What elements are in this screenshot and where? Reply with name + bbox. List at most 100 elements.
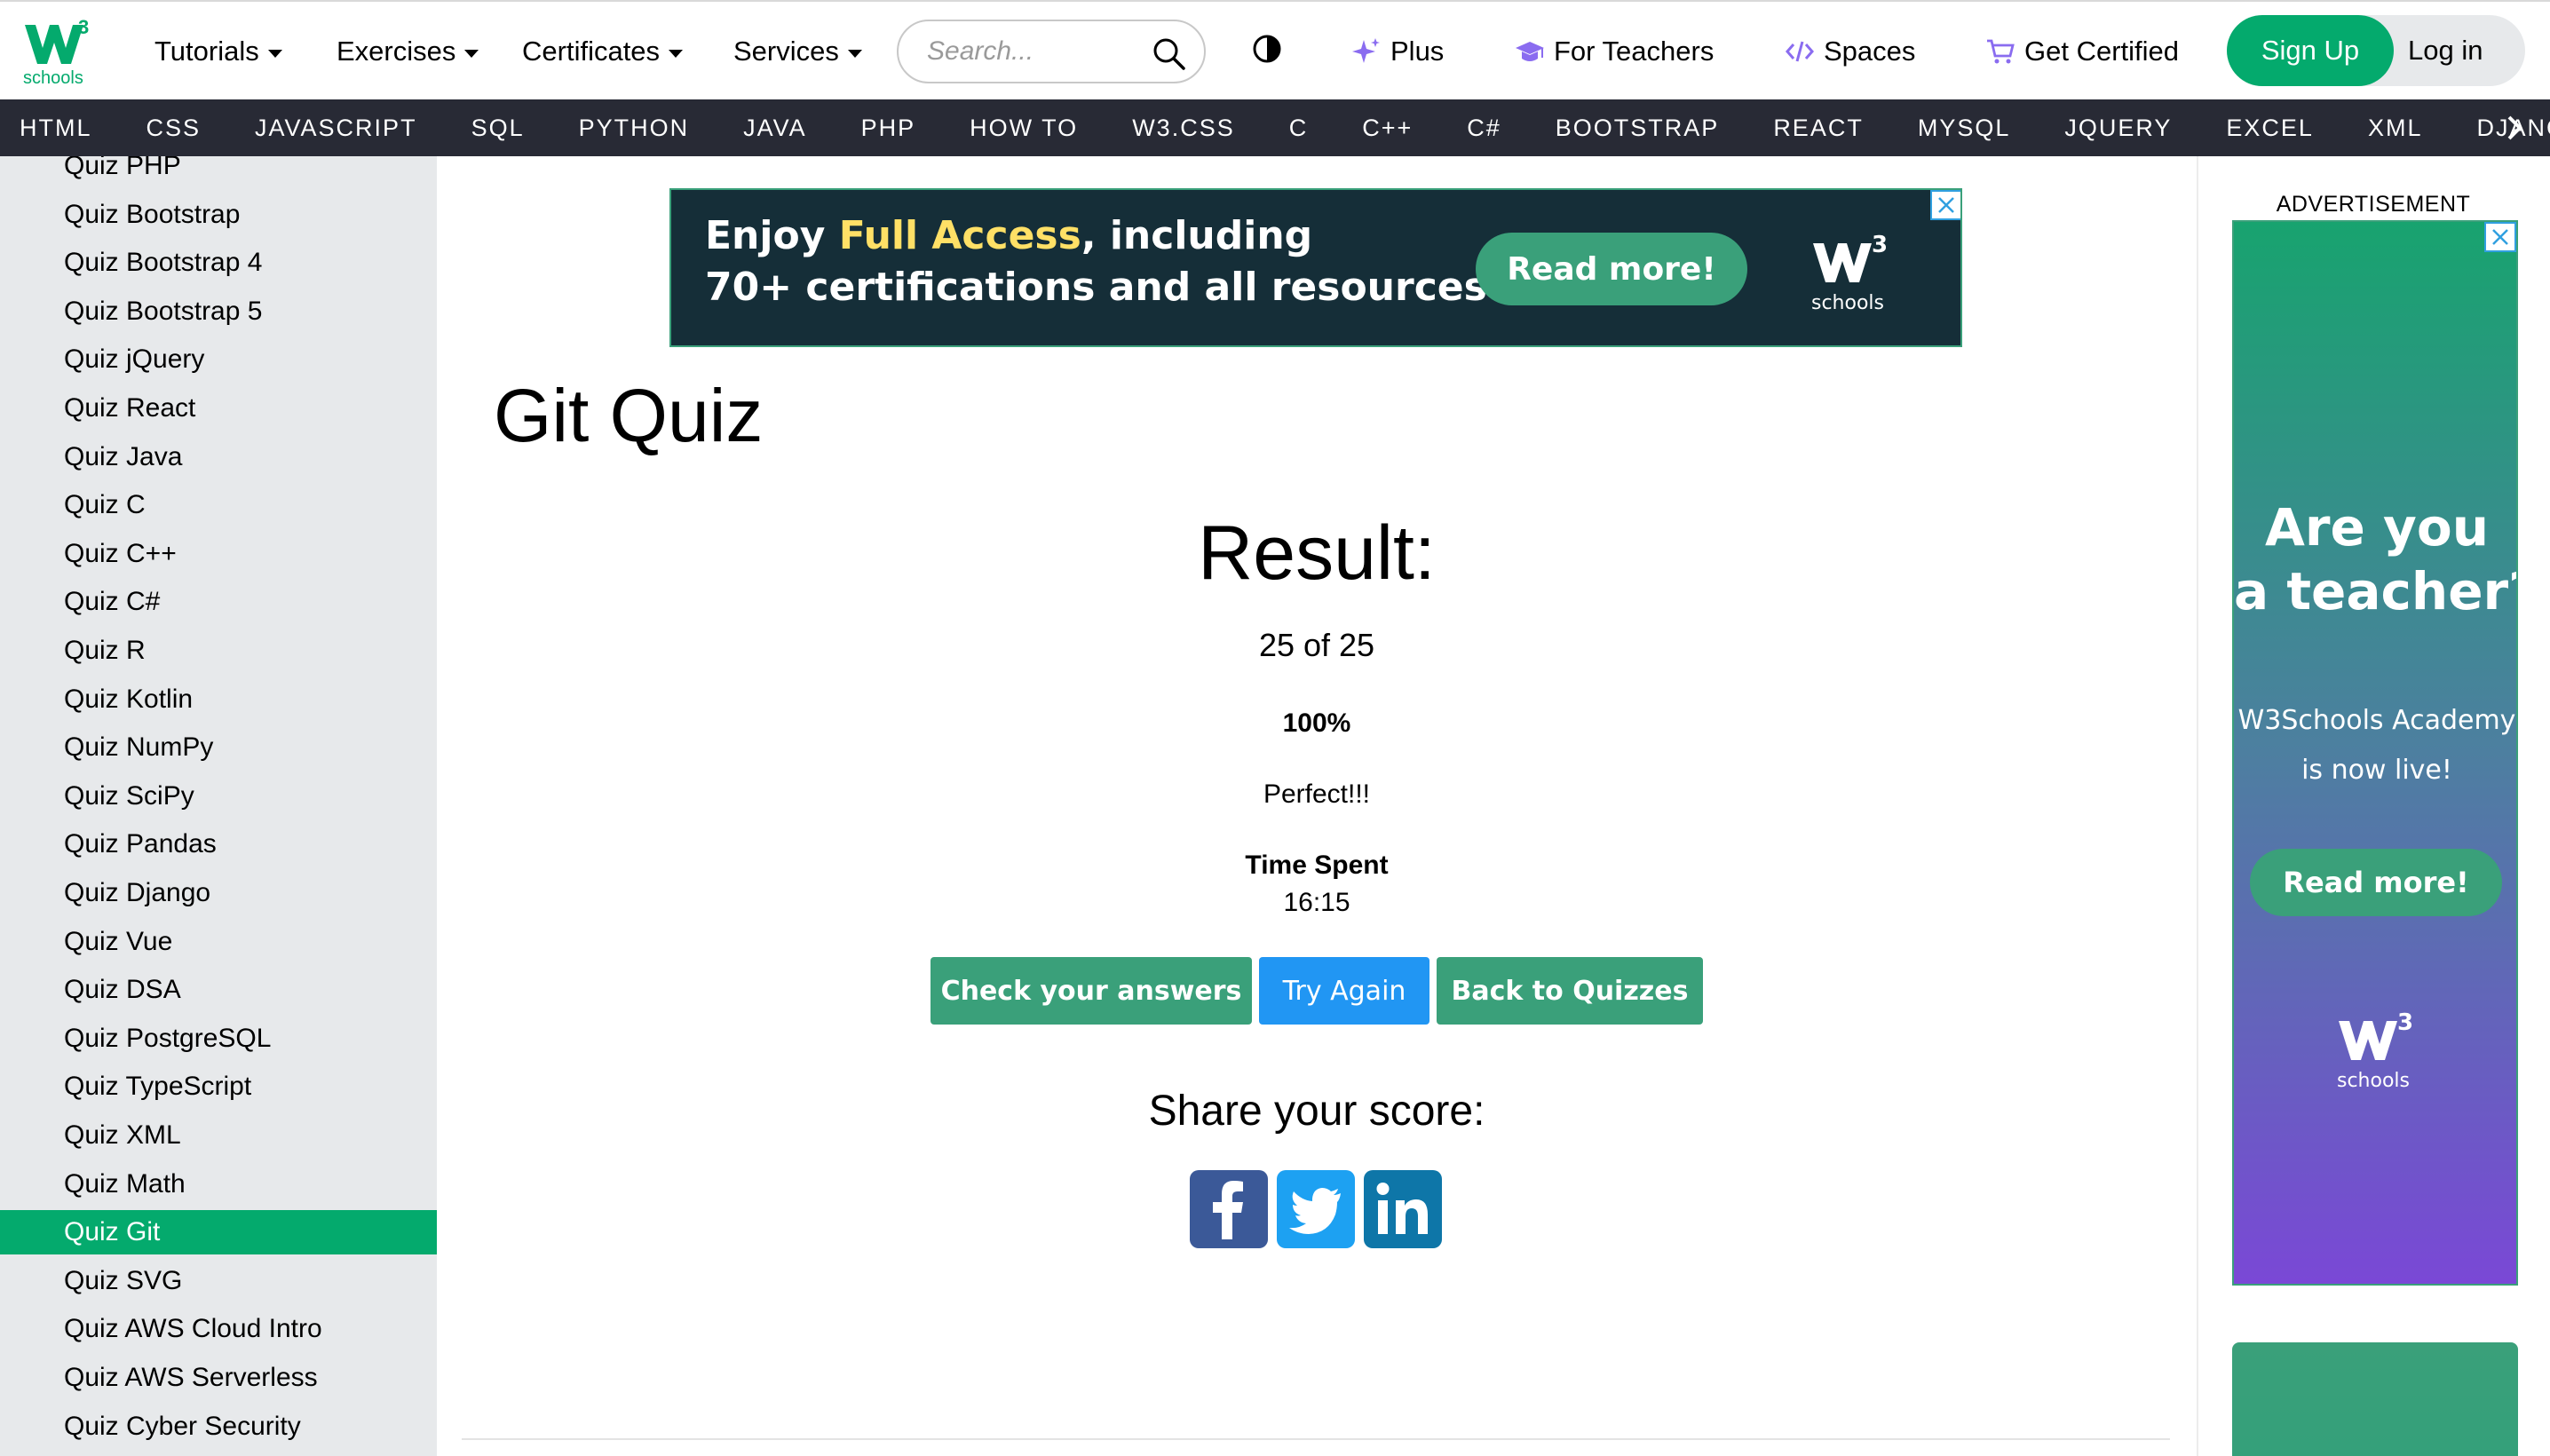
try-again-button[interactable]: Try Again — [1259, 957, 1429, 1025]
sidebar-item-quiz-xml[interactable]: Quiz XML — [0, 1113, 437, 1158]
sidebar-item-quiz-math[interactable]: Quiz Math — [0, 1162, 437, 1207]
close-icon[interactable] — [1930, 190, 1960, 220]
chevron-down-icon — [669, 49, 684, 58]
chevron-down-icon — [464, 49, 479, 58]
get-certified-link[interactable]: Get Certified — [1985, 32, 2179, 71]
back-to-quizzes-button[interactable]: Back to Quizzes — [1437, 957, 1703, 1025]
sidebar-item-quiz-c#[interactable]: Quiz C# — [0, 580, 437, 624]
subnav-link-bootstrap[interactable]: BOOTSTRAP — [1556, 99, 1720, 156]
spaces-link[interactable]: Spaces — [1785, 32, 1915, 71]
svg-text:3: 3 — [1872, 232, 1888, 258]
time-spent-value: 16:15 — [1283, 888, 1350, 917]
ad-read-more-button[interactable]: Read more! — [1476, 233, 1747, 305]
ad-headline-line2: 70+ certifications and all resources — [705, 265, 1487, 310]
code-icon — [1786, 41, 1814, 62]
sidebar-item-quiz-r[interactable]: Quiz R — [0, 629, 437, 673]
subnav-link-c[interactable]: C — [1289, 99, 1309, 156]
sign-up-button[interactable]: Sign Up — [2227, 15, 2394, 86]
subnav-link-jquery[interactable]: JQUERY — [2064, 99, 2172, 156]
certificates-menu[interactable]: Certificates — [522, 32, 684, 71]
w3schools-logo[interactable]: 3 schools — [20, 12, 99, 88]
ad-headline-line1: Enjoy Full Access, including — [705, 213, 1313, 258]
w3schools-logo: 3 schools — [1811, 232, 1888, 314]
sidebar-item-quiz-c[interactable]: Quiz C — [0, 483, 437, 527]
cart-icon — [1987, 39, 2015, 64]
sidebar-item-quiz-kotlin[interactable]: Quiz Kotlin — [0, 677, 437, 722]
for-teachers-link[interactable]: For Teachers — [1515, 32, 1714, 71]
sidebar-item-quiz-bootstrap[interactable]: Quiz Bootstrap — [0, 193, 437, 237]
subnav-link-c#[interactable]: C# — [1467, 99, 1501, 156]
score-text: 25 of 25 — [1258, 627, 1375, 663]
subnav-link-html[interactable]: HTML — [20, 99, 92, 156]
sidebar-item-quiz-c++[interactable]: Quiz C++ — [0, 532, 437, 576]
sidebar-item-quiz-php[interactable]: Quiz PHP — [0, 156, 437, 188]
check-answers-button[interactable]: Check your answers — [931, 957, 1252, 1025]
sidebar-item-quiz-aws-serverless[interactable]: Quiz AWS Serverless — [0, 1356, 437, 1400]
sidebar-item-quiz-typescript[interactable]: Quiz TypeScript — [0, 1064, 437, 1109]
close-icon[interactable] — [2484, 222, 2516, 252]
secondary-ad[interactable] — [2232, 1342, 2518, 1456]
sidebar-item-quiz-bootstrap-4[interactable]: Quiz Bootstrap 4 — [0, 241, 437, 285]
services-label: Services — [733, 36, 839, 67]
contrast-icon[interactable] — [1252, 34, 1282, 64]
subnav-link-how-to[interactable]: HOW TO — [970, 99, 1078, 156]
subnav-link-java[interactable]: JAVA — [743, 99, 807, 156]
subnav-link-python[interactable]: PYTHON — [579, 99, 690, 156]
score-verdict: Perfect!!! — [1263, 779, 1371, 809]
sidebar-item-quiz-pandas[interactable]: Quiz Pandas — [0, 822, 437, 866]
teacher-academy-ad[interactable]: Are you a teacher? W3Schools Academy is … — [2232, 220, 2518, 1286]
ad-subtitle-line1: W3Schools Academy — [2237, 705, 2516, 736]
search-icon[interactable] — [1151, 36, 1186, 71]
subnav-link-w3-css[interactable]: W3.CSS — [1132, 99, 1235, 156]
tutorials-menu[interactable]: Tutorials — [154, 32, 282, 71]
sidebar-item-quiz-react[interactable]: Quiz React — [0, 386, 437, 431]
page-title: Git Quiz — [494, 374, 764, 457]
share-heading: Share your score: — [1148, 1088, 1485, 1135]
search-input[interactable] — [927, 36, 1149, 67]
quiz-sidebar: Quiz PHP Quiz Bootstrap Quiz Bootstrap 4 Qu… — [0, 156, 437, 1456]
linkedin-icon[interactable] — [1364, 1170, 1442, 1248]
sidebar-item-quiz-bootstrap-5[interactable]: Quiz Bootstrap 5 — [0, 289, 437, 334]
subnav-link-sql[interactable]: SQL — [471, 99, 525, 156]
exercises-menu[interactable]: Exercises — [337, 32, 479, 71]
sidebar-item-quiz-cyber-security[interactable]: Quiz Cyber Security — [0, 1405, 437, 1449]
sidebar-item-quiz-scipy[interactable]: Quiz SciPy — [0, 774, 437, 819]
sidebar-item-quiz-django[interactable]: Quiz Django — [0, 871, 437, 915]
ad-read-more-button[interactable]: Read more! — [2250, 849, 2502, 916]
sidebar-item-quiz-vue[interactable]: Quiz Vue — [0, 920, 437, 964]
subnav-link-react[interactable]: REACT — [1773, 99, 1864, 156]
result-heading: Result: — [1198, 510, 1436, 596]
chevron-right-icon[interactable] — [2497, 110, 2532, 146]
search-box[interactable] — [897, 20, 1206, 83]
topic-navigation-bar: HTML CSS JAVASCRIPT SQL PYTHON JAVA PHP HOW TO W… — [0, 99, 2550, 156]
graduation-cap-icon — [1516, 42, 1544, 61]
subnav-link-javascript[interactable]: JAVASCRIPT — [255, 99, 417, 156]
subnav-link-c++[interactable]: C++ — [1362, 99, 1413, 156]
svg-text:3: 3 — [2397, 1009, 2413, 1036]
ad-subtitle-line2: is now live! — [2301, 755, 2452, 786]
facebook-icon[interactable] — [1190, 1170, 1268, 1248]
get-certified-label: Get Certified — [2024, 36, 2180, 67]
sidebar-item-quiz-numpy[interactable]: Quiz NumPy — [0, 725, 437, 770]
svg-text:schools: schools — [2337, 1070, 2410, 1092]
sidebar-item-quiz-java[interactable]: Quiz Java — [0, 435, 437, 479]
sidebar-item-quiz-accessibility[interactable]: Quiz Accessibility — [0, 1452, 437, 1456]
full-access-ad-banner[interactable]: Enjoy Full Access, including 70+ certifi… — [669, 188, 1962, 347]
sidebar-item-quiz-jquery[interactable]: Quiz jQuery — [0, 337, 437, 382]
sidebar-item-quiz-git[interactable]: Quiz Git — [0, 1210, 437, 1255]
content-divider — [2197, 156, 2198, 1456]
subnav-link-css[interactable]: CSS — [147, 99, 202, 156]
log-in-button[interactable]: Log in — [2394, 15, 2525, 86]
advertisement-label: ADVERTISEMENT — [2276, 192, 2471, 217]
sidebar-item-quiz-postgresql[interactable]: Quiz PostgreSQL — [0, 1017, 437, 1061]
services-menu[interactable]: Services — [733, 32, 862, 71]
sidebar-item-quiz-svg[interactable]: Quiz SVG — [0, 1259, 437, 1303]
sidebar-item-quiz-aws-cloud-intro[interactable]: Quiz AWS Cloud Intro — [0, 1307, 437, 1351]
plus-link[interactable]: Plus — [1351, 32, 1444, 71]
subnav-link-excel[interactable]: EXCEL — [2226, 99, 2314, 156]
subnav-link-xml[interactable]: XML — [2368, 99, 2423, 156]
sidebar-item-quiz-dsa[interactable]: Quiz DSA — [0, 968, 437, 1012]
subnav-link-mysql[interactable]: MYSQL — [1918, 99, 2011, 156]
subnav-link-php[interactable]: PHP — [861, 99, 916, 156]
twitter-icon[interactable] — [1277, 1170, 1355, 1248]
